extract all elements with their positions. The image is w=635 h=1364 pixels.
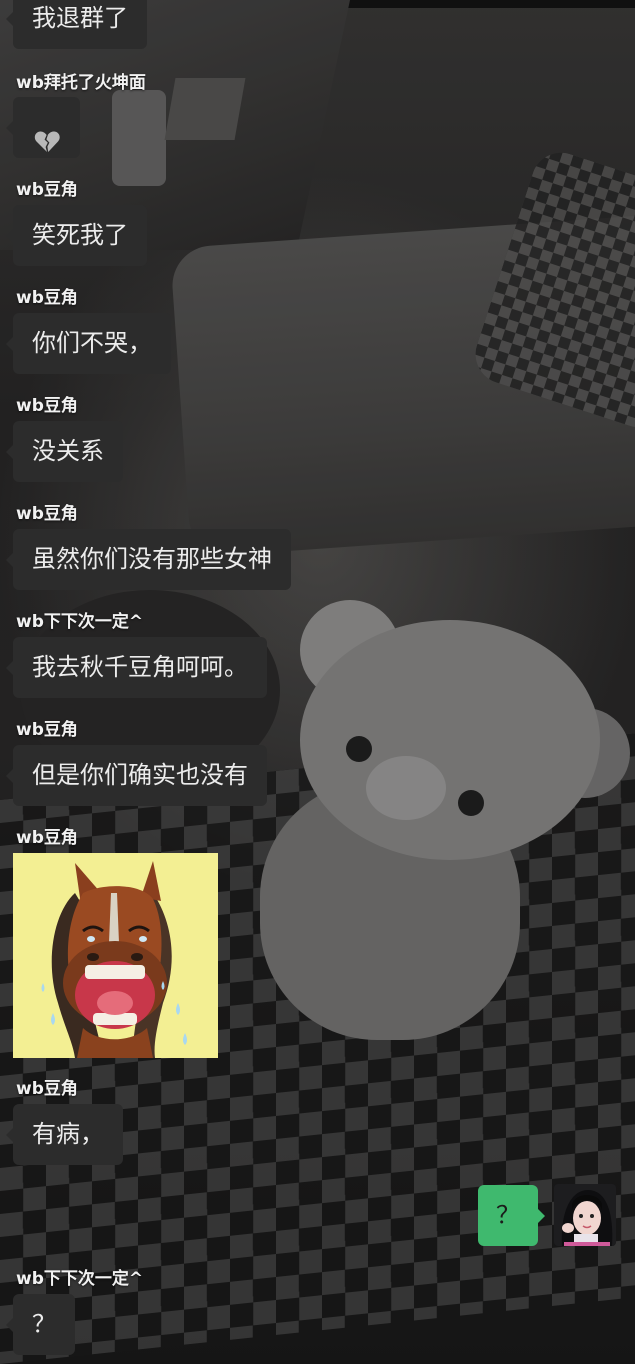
message-bubble[interactable]: ？ bbox=[6, 1294, 75, 1355]
message-list[interactable]: 我退群了 wb拜托了火坤面 wb豆角 笑死我了 wb豆角 你们不哭， wb豆角 … bbox=[0, 0, 635, 1364]
message-bubble[interactable]: 笑死我了 bbox=[6, 205, 147, 266]
message-text: 但是你们确实也没有 bbox=[32, 761, 248, 789]
message-text: 你们不哭， bbox=[32, 329, 152, 357]
message-text: 我退群了 bbox=[32, 4, 128, 32]
message-bubble[interactable]: 但是你们确实也没有 bbox=[6, 745, 267, 806]
my-avatar[interactable] bbox=[554, 1184, 616, 1246]
message-text: 笑死我了 bbox=[32, 221, 128, 249]
message-text: ？ bbox=[32, 1310, 56, 1338]
message-text: 有病， bbox=[32, 1120, 104, 1148]
message-text: 我去秋千豆角呵呵。 bbox=[32, 653, 248, 681]
message-text: 没关系 bbox=[32, 437, 104, 465]
sender-name: wb豆角 bbox=[16, 504, 78, 524]
sender-name: wb豆角 bbox=[16, 396, 78, 416]
message-bubble[interactable]: 没关系 bbox=[6, 421, 123, 482]
message-bubble[interactable]: 有病， bbox=[6, 1104, 123, 1165]
sender-name: wb豆角 bbox=[16, 180, 78, 200]
broken-heart-icon bbox=[34, 116, 60, 152]
sender-name: wb下下次一定^ bbox=[16, 612, 144, 632]
sender-name: wb豆角 bbox=[16, 288, 78, 308]
sender-name: wb拜托了火坤面 bbox=[16, 73, 146, 93]
sender-name: wb豆角 bbox=[16, 828, 78, 848]
sender-name: wb豆角 bbox=[16, 720, 78, 740]
sender-name: wb豆角 bbox=[16, 1079, 78, 1099]
message-text: ？ bbox=[496, 1201, 520, 1229]
message-text: 虽然你们没有那些女神 bbox=[32, 545, 272, 573]
message-bubble[interactable]: 你们不哭， bbox=[6, 313, 171, 374]
sender-name: wb下下次一定^ bbox=[16, 1269, 144, 1289]
message-bubble[interactable]: 我去秋千豆角呵呵。 bbox=[6, 637, 267, 698]
message-bubble[interactable] bbox=[6, 97, 80, 158]
horse-sticker-image[interactable] bbox=[13, 853, 218, 1058]
message-bubble[interactable]: 我退群了 bbox=[6, 0, 147, 49]
outgoing-message-bubble[interactable]: ？ bbox=[478, 1185, 545, 1246]
message-bubble[interactable]: 虽然你们没有那些女神 bbox=[6, 529, 291, 590]
